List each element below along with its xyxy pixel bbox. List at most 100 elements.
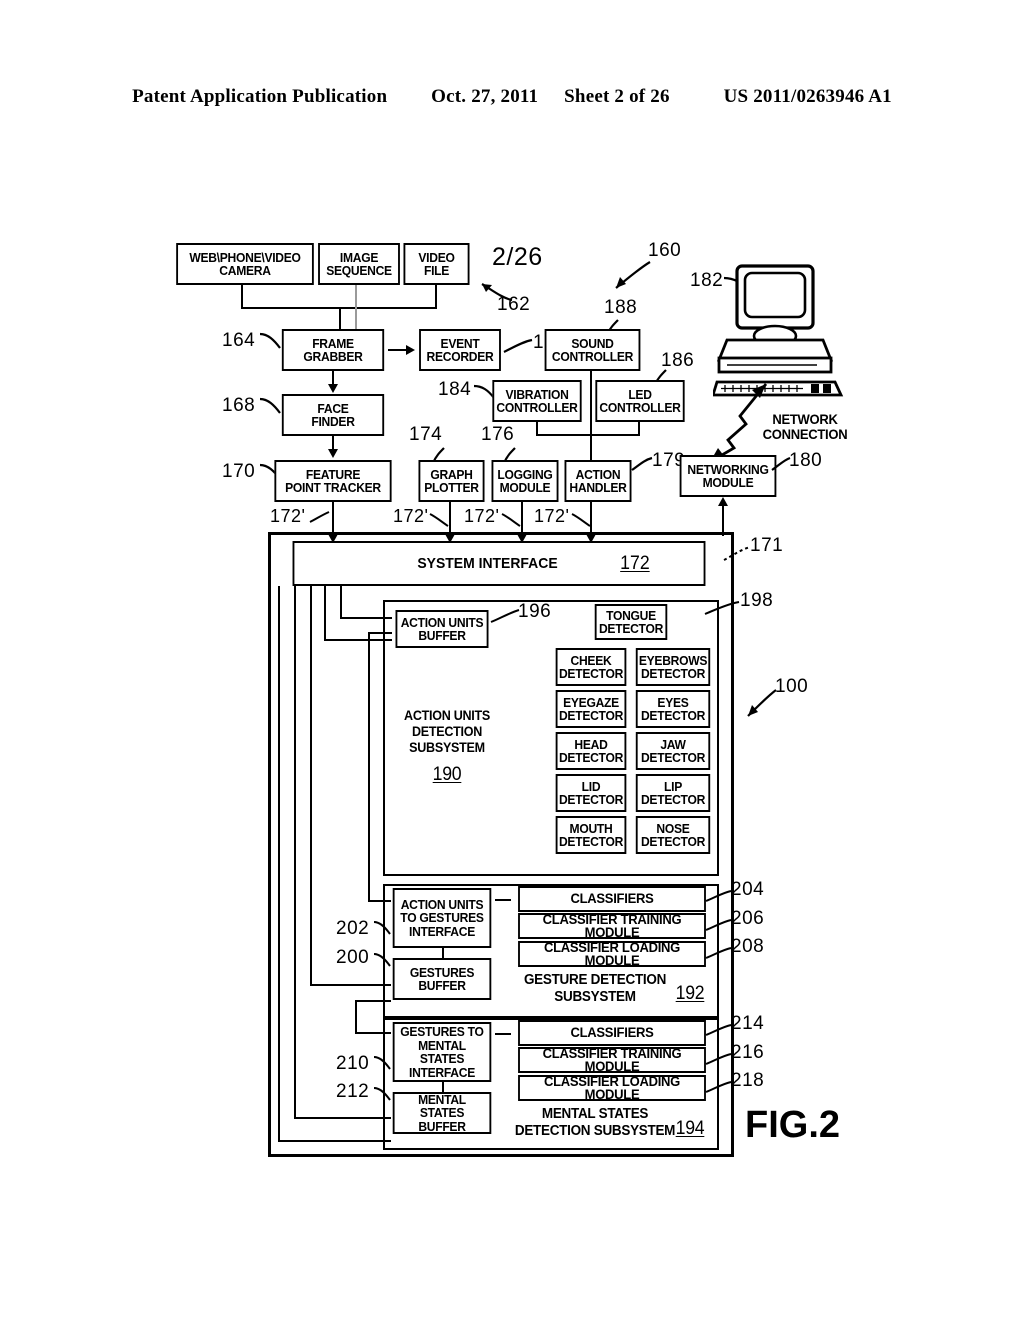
action-units-buffer-box: ACTION UNITS BUFFER [395,610,489,648]
mental-classifier-loading-label: CLASSIFIER LOADING MODULE [543,1072,681,1102]
mental-states-buffer-label: MENTAL STATES BUFFER [418,1091,466,1134]
system-interface-label: SYSTEM INTERFACE [417,554,558,572]
bus-line-a-v [278,586,280,1142]
mental-classifiers-box: CLASSIFIERS [518,1020,706,1046]
vibration-controller-label: VIBRATION CONTROLLER [496,386,578,415]
event-recorder-label: EVENT RECORDER [426,335,494,364]
header-publication: Patent Application Publication [132,86,388,107]
lead-line-198 [704,601,740,615]
lead-line-166 [503,338,533,353]
detector-cheek-label: CHEEK DETECTOR [558,652,624,681]
ref-214: 214 [731,1013,765,1034]
bus-line-f-h [368,900,391,902]
lead-line-179 [631,456,653,471]
source-image-sequence-box: IMAGE SEQUENCE [318,243,400,285]
lead-line-214 [705,1024,732,1036]
ref-200: 200 [336,947,370,968]
detector-nose-label: NOSE DETECTOR [640,820,706,849]
line-sound-down [590,371,592,460]
detector-eyebrows-label: EYEBROWS DETECTOR [638,652,708,681]
lead-line-208 [705,947,732,959]
vibration-controller-box: VIBRATION CONTROLLER [492,380,582,422]
detector-eyes: EYES DETECTOR [635,690,711,728]
frame-grabber-label: FRAME GRABBER [303,335,363,364]
bus-line-g-h1 [355,1000,391,1002]
bus-line-f-h2 [368,632,392,634]
lead-line-212 [373,1087,391,1101]
detector-eyegaze-label: EYEGAZE DETECTOR [558,694,624,723]
bus-line-c-v [310,586,312,986]
detector-eyegaze: EYEGAZE DETECTOR [555,690,627,728]
sound-controller-label: SOUND CONTROLLER [551,335,634,364]
gesture-subsystem-ref: 192 [675,983,705,1004]
system-interface-ref: 172 [620,552,650,574]
lead-line-160 [615,261,651,289]
logging-module-label: LOGGING MODULE [497,466,553,495]
gestures-to-mental-states-interface-label: GESTURES TO MENTAL STATES INTERFACE [400,1024,484,1080]
bus-line-d-h [324,639,392,641]
gestures-to-mental-states-interface-box: GESTURES TO MENTAL STATES INTERFACE [392,1022,492,1082]
bus-line-g-v [355,1000,357,1034]
face-finder-label: FACE FINDER [311,400,355,429]
bus-line-e-v [340,586,342,619]
bus-label-3: 172' [464,506,500,526]
graph-plotter-label: GRAPH PLOTTER [424,466,479,495]
ref-206: 206 [731,908,765,929]
detector-lid: LID DETECTOR [555,774,627,812]
bus-line-f-v [368,632,370,902]
ref-212: 212 [336,1081,370,1102]
lead-bus-2 [429,513,449,527]
ref-210: 210 [336,1053,370,1074]
lead-line-218 [705,1081,732,1093]
gestures-buffer-box: GESTURES BUFFER [392,958,492,1000]
gestures-buffer-label: GESTURES BUFFER [409,964,475,993]
ref-164: 164 [222,330,256,351]
action-units-subsystem-title: ACTION UNITS DETECTION SUBSYSTEM [404,708,490,755]
detector-mouth-label: MOUTH DETECTOR [558,820,624,849]
arrow-fg-to-ff [328,384,338,393]
ref-202: 202 [336,918,370,939]
gesture-classifier-loading-box: CLASSIFIER LOADING MODULE [518,940,706,967]
gesture-classifiers-label: CLASSIFIERS [570,890,654,907]
bus-line-g-h2 [355,1032,391,1034]
action-units-subsystem-ref: 190 [432,764,462,785]
frame-grabber-box: FRAME GRABBER [281,329,385,371]
figure-label: FIG.2 [745,1104,841,1146]
led-controller-label: LED CONTROLLER [599,386,681,415]
mental-classifier-training-box: CLASSIFIER TRAINING MODULE [518,1044,706,1074]
line-fg-to-er [388,349,407,351]
gesture-classifier-training-label: CLASSIFIER TRAINING MODULE [542,910,682,940]
bus-line-e-h [340,617,392,619]
line-fg-to-ff [332,371,334,385]
line-imageseq-down [355,285,357,329]
lead-line-196 [490,609,520,623]
ref-184: 184 [438,379,472,400]
mental-states-subsystem-ref: 194 [675,1118,705,1139]
arrow-fg-to-er [406,345,415,355]
mental-classifier-training-label: CLASSIFIER TRAINING MODULE [542,1044,682,1074]
line-videofile-down [435,285,437,309]
bus-label-4: 172' [534,506,570,526]
detector-head: HEAD DETECTOR [555,732,627,770]
feature-point-tracker-label: FEATURE POINT TRACKER [285,466,381,495]
header-patent-number: US 2011/0263946 A1 [723,86,892,107]
ref-176: 176 [481,424,515,445]
line-vibration-bracket [536,434,592,436]
action-handler-label: ACTION HANDLER [569,466,627,495]
ref-174: 174 [409,424,443,445]
detector-jaw: JAW DETECTOR [635,732,711,770]
face-finder-box: FACE FINDER [281,394,385,436]
ref-170: 170 [222,461,256,482]
ref-216: 216 [731,1042,765,1063]
header-sheet: Sheet 2 of 26 [564,86,670,107]
lead-line-216 [705,1053,732,1065]
lead-bus-1 [309,511,330,523]
bus-line-b-h [294,1117,391,1119]
mental-states-subsystem-title: MENTAL STATES DETECTION SUBSYSTEM [514,1106,676,1139]
bus-label-2: 172' [393,506,429,526]
header-date: Oct. 27, 2011 [431,86,539,107]
bus-label-1: 172' [270,506,306,526]
action-units-to-gestures-interface-label: ACTION UNITS TO GESTURES INTERFACE [400,896,484,939]
lead-bus-3 [501,513,521,527]
lead-line-204 [705,890,732,902]
